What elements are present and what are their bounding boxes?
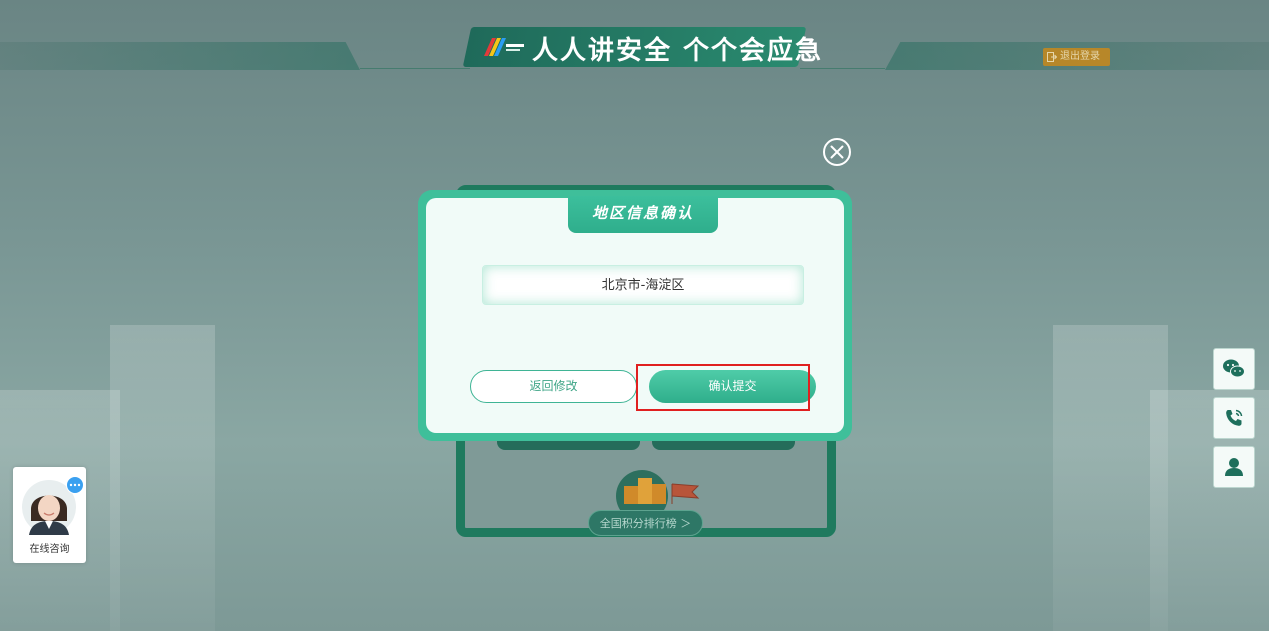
consult-label: 在线咨询 [29, 544, 70, 555]
header: 人人讲安全 个个会应急 退出登录 [0, 0, 1269, 80]
dialog-title: 地区信息确认 [568, 196, 718, 233]
ranking-link: 全国积分排行榜 ＞ [588, 510, 703, 536]
user-button[interactable] [1213, 446, 1255, 488]
wechat-button[interactable] [1213, 348, 1255, 390]
logout-icon [1047, 52, 1057, 62]
back-edit-button[interactable]: 返回修改 [470, 370, 637, 403]
region-display: 北京市-海淀区 [482, 265, 804, 305]
logout-label: 退出登录 [1060, 51, 1100, 62]
podium-icon [616, 470, 700, 510]
chat-bubble-icon [66, 476, 84, 494]
user-icon [1225, 458, 1243, 476]
close-icon[interactable] [822, 137, 852, 167]
wechat-icon [1223, 359, 1245, 378]
online-consult-widget[interactable]: 在线咨询 [13, 467, 86, 563]
phone-button[interactable] [1213, 397, 1255, 439]
highlight-annotation [636, 364, 810, 411]
logout-button[interactable]: 退出登录 [1043, 48, 1110, 66]
page-title: 人人讲安全 个个会应急 [532, 36, 824, 66]
header-line [360, 68, 470, 69]
logo-icon [484, 38, 524, 56]
background-building [110, 325, 215, 631]
header-line [800, 68, 885, 69]
header-left-decoration [0, 42, 360, 70]
phone-icon [1226, 409, 1243, 426]
